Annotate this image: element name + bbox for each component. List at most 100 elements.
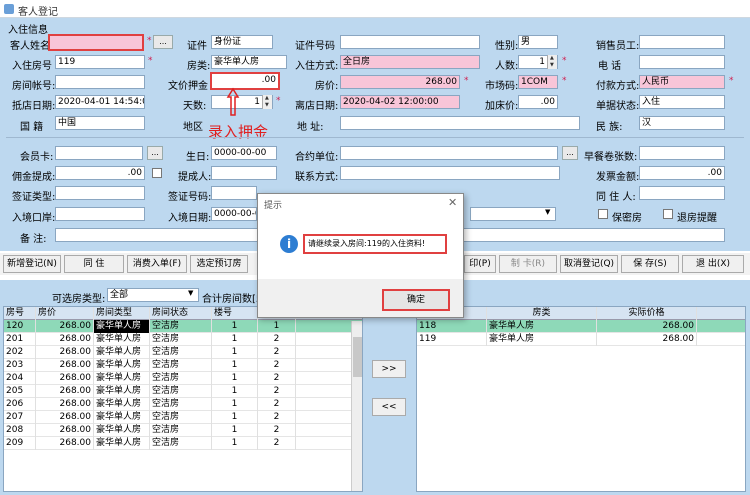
price-input[interactable]: 268.00 [340, 75, 460, 89]
cancel-checkin-button[interactable]: 取消登记(Q) [560, 255, 618, 273]
table-body: 118 豪华单人房 268.00 119 豪华单人房 268.00 [417, 320, 745, 346]
ethnic-input[interactable]: 汉 [639, 116, 725, 130]
table-row[interactable]: 207 268.00 豪华单人房 空洁房 1 2 [4, 411, 362, 424]
pay-input[interactable]: 人民币 [639, 75, 725, 89]
commission-input[interactable]: .00 [55, 166, 145, 180]
move-left-button[interactable]: << [372, 398, 406, 416]
bill-status-input[interactable]: 入住 [639, 95, 725, 109]
member-input[interactable] [55, 146, 143, 160]
table-row[interactable]: 205 268.00 豪华单人房 空洁房 1 2 [4, 385, 362, 398]
issuer-select[interactable] [470, 207, 556, 221]
contact-input[interactable] [340, 166, 560, 180]
column-header[interactable]: 房类 [487, 307, 597, 320]
commission-checkbox[interactable] [152, 168, 162, 178]
table-cell: 268.00 [36, 437, 94, 450]
required-mark: * [148, 56, 153, 66]
unit-lookup-button[interactable]: ... [562, 146, 578, 160]
guest-name-input[interactable] [48, 34, 144, 51]
checkout-remind-checkbox[interactable] [663, 209, 673, 219]
exit-button[interactable]: 退 出(X) [682, 255, 744, 273]
invoice-input[interactable]: .00 [639, 166, 725, 180]
column-header[interactable]: 房间状态 [150, 307, 212, 320]
days-spinner[interactable] [262, 95, 272, 109]
save-button[interactable]: 保 存(S) [621, 255, 679, 273]
gender-input[interactable]: 男 [518, 35, 558, 49]
birthday-input[interactable]: 0000-00-00 [211, 146, 277, 160]
visa-type-input[interactable] [55, 186, 145, 200]
gender-label: 性别: [495, 41, 519, 52]
table-row[interactable]: 203 268.00 豪华单人房 空洁房 1 2 [4, 359, 362, 372]
available-room-type-label: 可选房类型: [52, 294, 106, 305]
visa-no-input[interactable] [211, 186, 257, 200]
table-cell: 豪华单人房 [94, 320, 150, 333]
table-row[interactable]: 208 268.00 豪华单人房 空洁房 1 2 [4, 424, 362, 437]
table-cell: 豪华单人房 [94, 424, 150, 437]
id-no-input[interactable] [340, 35, 480, 49]
table-cell: 203 [4, 359, 36, 372]
referrer-input[interactable] [211, 166, 277, 180]
market-label: 市场码: [485, 81, 519, 92]
column-header[interactable]: 房间类型 [94, 307, 150, 320]
secret-room-checkbox[interactable] [598, 209, 608, 219]
sales-label: 销售员工: [596, 41, 640, 52]
referrer-label: 提成人: [178, 172, 212, 183]
consume-button[interactable]: 消费入单(F) [127, 255, 187, 273]
table-cell: 豪华单人房 [94, 411, 150, 424]
table-row[interactable]: 204 268.00 豪华单人房 空洁房 1 2 [4, 372, 362, 385]
depart-input[interactable]: 2020-04-02 12:00:00 [340, 95, 460, 109]
room-no-input[interactable]: 119 [55, 55, 145, 69]
room-type-select[interactable]: 全部 [107, 288, 199, 302]
table-cell: 空洁房 [150, 437, 212, 450]
sales-input[interactable] [639, 35, 725, 49]
account-input[interactable] [55, 75, 145, 89]
print-button[interactable]: 印(P) [464, 255, 496, 273]
available-rooms-table: 房号 房价 房间类型 房间状态 楼号 120 268.00 豪华单人房 空洁房 1 1 201 268… [3, 306, 363, 492]
scrollbar-thumb[interactable] [353, 337, 362, 377]
new-checkin-button[interactable]: 新增登记(N) [3, 255, 61, 273]
table-row[interactable]: 201 268.00 豪华单人房 空洁房 1 2 [4, 333, 362, 346]
address-input[interactable] [340, 116, 580, 130]
deposit-input[interactable]: .00 [210, 72, 280, 90]
persons-spinner[interactable] [547, 55, 557, 69]
nation-label: 国 籍 [20, 122, 44, 133]
entry-date-input[interactable]: 0000-00-00 [211, 207, 257, 221]
move-right-button[interactable]: >> [372, 360, 406, 378]
ok-button[interactable]: 确定 [382, 289, 450, 311]
close-icon[interactable]: ✕ [448, 196, 457, 209]
table-row[interactable]: 209 268.00 豪华单人房 空洁房 1 2 [4, 437, 362, 450]
table-row[interactable]: 119 豪华单人房 268.00 [417, 333, 745, 346]
nation-input[interactable]: 中国 [55, 116, 145, 130]
room-type-input[interactable]: 豪华单人房 [211, 55, 287, 69]
addprice-input[interactable]: .00 [518, 95, 558, 109]
entry-date-label: 入境日期: [168, 213, 212, 224]
phone-input[interactable] [639, 55, 725, 69]
scrollbar[interactable] [351, 321, 362, 491]
table-row[interactable]: 202 268.00 豪华单人房 空洁房 1 2 [4, 346, 362, 359]
table-cell: 2 [258, 398, 296, 411]
chevron-down-icon[interactable]: ▼ [545, 208, 550, 216]
table-row[interactable]: 206 268.00 豪华单人房 空洁房 1 2 [4, 398, 362, 411]
table-cell: 120 [4, 320, 36, 333]
app-icon [4, 4, 14, 14]
column-header[interactable]: 实际价格 [597, 307, 697, 320]
member-lookup-button[interactable]: ... [147, 146, 163, 160]
market-input[interactable]: 1COM [518, 75, 558, 89]
arrive-input[interactable]: 2020-04-01 14:54:00 [55, 95, 145, 109]
unit-input[interactable] [340, 146, 558, 160]
column-header[interactable]: 楼号 [212, 307, 258, 320]
breakfast-input[interactable] [639, 146, 725, 160]
table-row[interactable]: 118 豪华单人房 268.00 [417, 320, 745, 333]
id-type-input[interactable]: 身份证 [211, 35, 273, 49]
chevron-down-icon[interactable]: ▼ [188, 289, 193, 297]
select-booking-button[interactable]: 选定预订房 [190, 255, 248, 273]
column-header[interactable]: 房号 [4, 307, 36, 320]
table-row[interactable]: 120 268.00 豪华单人房 空洁房 1 1 [4, 320, 362, 333]
divider [6, 137, 744, 138]
guest-lookup-button[interactable]: ... [153, 35, 173, 49]
port-input[interactable] [55, 207, 145, 221]
column-header[interactable]: 房价 [36, 307, 94, 320]
roommate-input[interactable] [639, 186, 725, 200]
share-room-button[interactable]: 同 住 [64, 255, 124, 273]
make-card-button[interactable]: 制 卡(R) [499, 255, 557, 273]
stay-mode-input[interactable]: 全日房 [340, 55, 480, 69]
